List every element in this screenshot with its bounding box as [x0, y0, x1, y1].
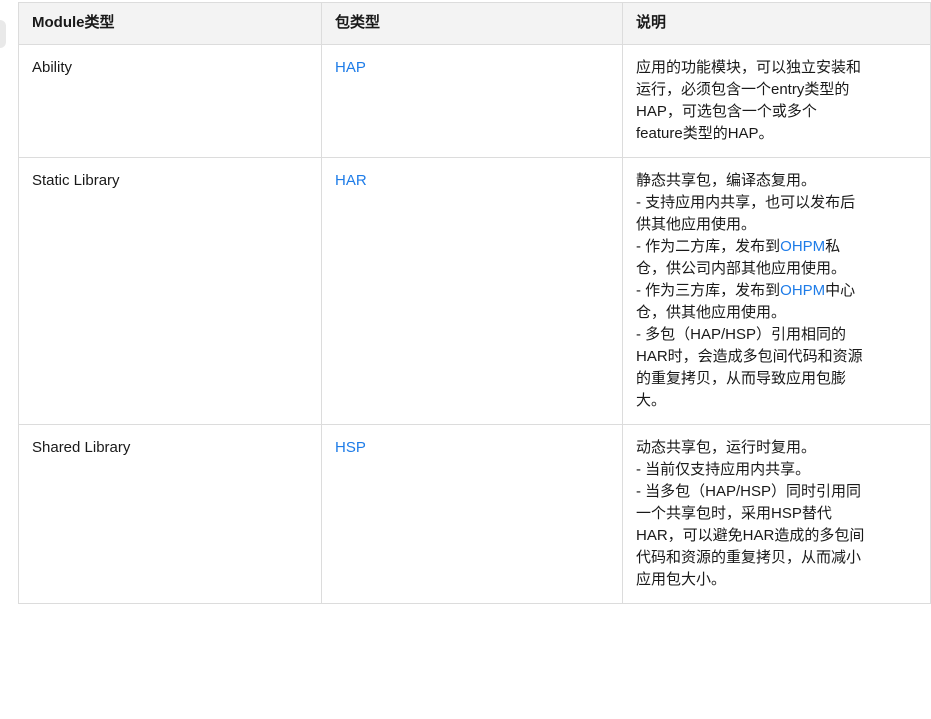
module-type-cell: Static Library [18, 157, 322, 425]
description-text: HAP，可选包含一个或多个 [636, 103, 817, 120]
description-line: 仓，供其他应用使用。 [636, 302, 918, 324]
description-text: - 当多包（HAP/HSP）同时引用同 [636, 483, 862, 500]
description-line: - 支持应用内共享，也可以发布后 [636, 192, 918, 214]
page-edge-tab [0, 20, 6, 48]
description-text: 仓，供公司内部其他应用使用。 [636, 260, 847, 277]
description-line: 一个共享包时，采用HSP替代 [636, 503, 918, 525]
description-line: 的重复拷贝，从而导致应用包膨 [636, 368, 918, 390]
description-line: 应用包大小。 [636, 569, 918, 591]
description-line: - 作为二方库，发布到OHPM私 [636, 236, 918, 258]
description-text: - 作为二方库，发布到 [636, 238, 781, 255]
description-line: 仓，供公司内部其他应用使用。 [636, 258, 918, 280]
description-line: 代码和资源的重复拷贝，从而减小 [636, 547, 918, 569]
description-line: 应用的功能模块，可以独立安装和 [636, 57, 918, 79]
package-type-cell: HAR [321, 157, 623, 425]
module-type-table: Module类型 包类型 说明 Ability HAP 应用的功能模块，可以独立… [18, 2, 931, 604]
header-package-type: 包类型 [321, 2, 623, 45]
module-type-cell: Shared Library [18, 424, 322, 604]
table-row: Shared Library HSP 动态共享包，运行时复用。 - 当前仅支持应用… [18, 424, 931, 604]
description-text: 一个共享包时，采用HSP替代 [636, 505, 832, 522]
description-line: - 作为三方库，发布到OHPM中心 [636, 280, 918, 302]
description-line: HAP，可选包含一个或多个 [636, 101, 918, 123]
description-text: 仓，供其他应用使用。 [636, 304, 787, 321]
description-text: HAR，可以避免HAR造成的多包间 [636, 527, 865, 544]
description-text: - 支持应用内共享，也可以发布后 [636, 194, 856, 211]
description-cell: 应用的功能模块，可以独立安装和 运行，必须包含一个entry类型的 HAP，可选包含… [622, 44, 931, 158]
description-line: 大。 [636, 390, 918, 412]
description-text: 供其他应用使用。 [636, 216, 757, 233]
description-cell: 动态共享包，运行时复用。 - 当前仅支持应用内共享。 - 当多包（HAP/HSP）同… [622, 424, 931, 604]
package-type-cell: HSP [321, 424, 623, 604]
hsp-link[interactable]: HSP [335, 439, 366, 456]
description-text: 应用的功能模块，可以独立安装和 [636, 59, 862, 76]
description-text: 动态共享包，运行时复用。 [636, 439, 817, 456]
hap-link[interactable]: HAP [335, 59, 366, 76]
description-line: 供其他应用使用。 [636, 214, 918, 236]
description-line: - 多包（HAP/HSP）引用相同的 [636, 324, 918, 346]
description-text: 的重复拷贝，从而导致应用包膨 [636, 370, 847, 387]
header-description: 说明 [622, 2, 931, 45]
table-header-row: Module类型 包类型 说明 [18, 2, 931, 45]
header-module-type: Module类型 [18, 2, 322, 45]
description-text: - 多包（HAP/HSP）引用相同的 [636, 326, 847, 343]
description-cell: 静态共享包，编译态复用。 - 支持应用内共享，也可以发布后 供其他应用使用。 - 作为… [622, 157, 931, 425]
ohpm-link[interactable]: OHPM [780, 282, 825, 299]
description-line: 静态共享包，编译态复用。 [636, 170, 918, 192]
description-line: HAR时，会造成多包间代码和资源 [636, 346, 918, 368]
description-text: 私 [825, 238, 841, 255]
module-type-cell: Ability [18, 44, 322, 158]
description-line: - 当前仅支持应用内共享。 [636, 459, 918, 481]
description-text: 应用包大小。 [636, 571, 727, 588]
description-line: HAR，可以避免HAR造成的多包间 [636, 525, 918, 547]
description-text: 中心 [825, 282, 856, 299]
table-row: Ability HAP 应用的功能模块，可以独立安装和 运行，必须包含一个entr… [18, 44, 931, 158]
har-link[interactable]: HAR [335, 172, 367, 189]
description-text: feature类型的HAP。 [636, 125, 774, 142]
description-line: feature类型的HAP。 [636, 123, 918, 145]
description-text: - 作为三方库，发布到 [636, 282, 781, 299]
table-row: Static Library HAR 静态共享包，编译态复用。 - 支持应用内共享… [18, 157, 931, 425]
description-text: 静态共享包，编译态复用。 [636, 172, 817, 189]
description-text: 运行，必须包含一个entry类型的 [636, 81, 850, 98]
description-text: 大。 [636, 392, 667, 409]
description-text: - 当前仅支持应用内共享。 [636, 461, 811, 478]
description-text: HAR时，会造成多包间代码和资源 [636, 348, 863, 365]
description-text: 代码和资源的重复拷贝，从而减小 [636, 549, 862, 566]
description-line: 运行，必须包含一个entry类型的 [636, 79, 918, 101]
description-line: - 当多包（HAP/HSP）同时引用同 [636, 481, 918, 503]
package-type-cell: HAP [321, 44, 623, 158]
description-line: 动态共享包，运行时复用。 [636, 437, 918, 459]
ohpm-link[interactable]: OHPM [780, 238, 825, 255]
